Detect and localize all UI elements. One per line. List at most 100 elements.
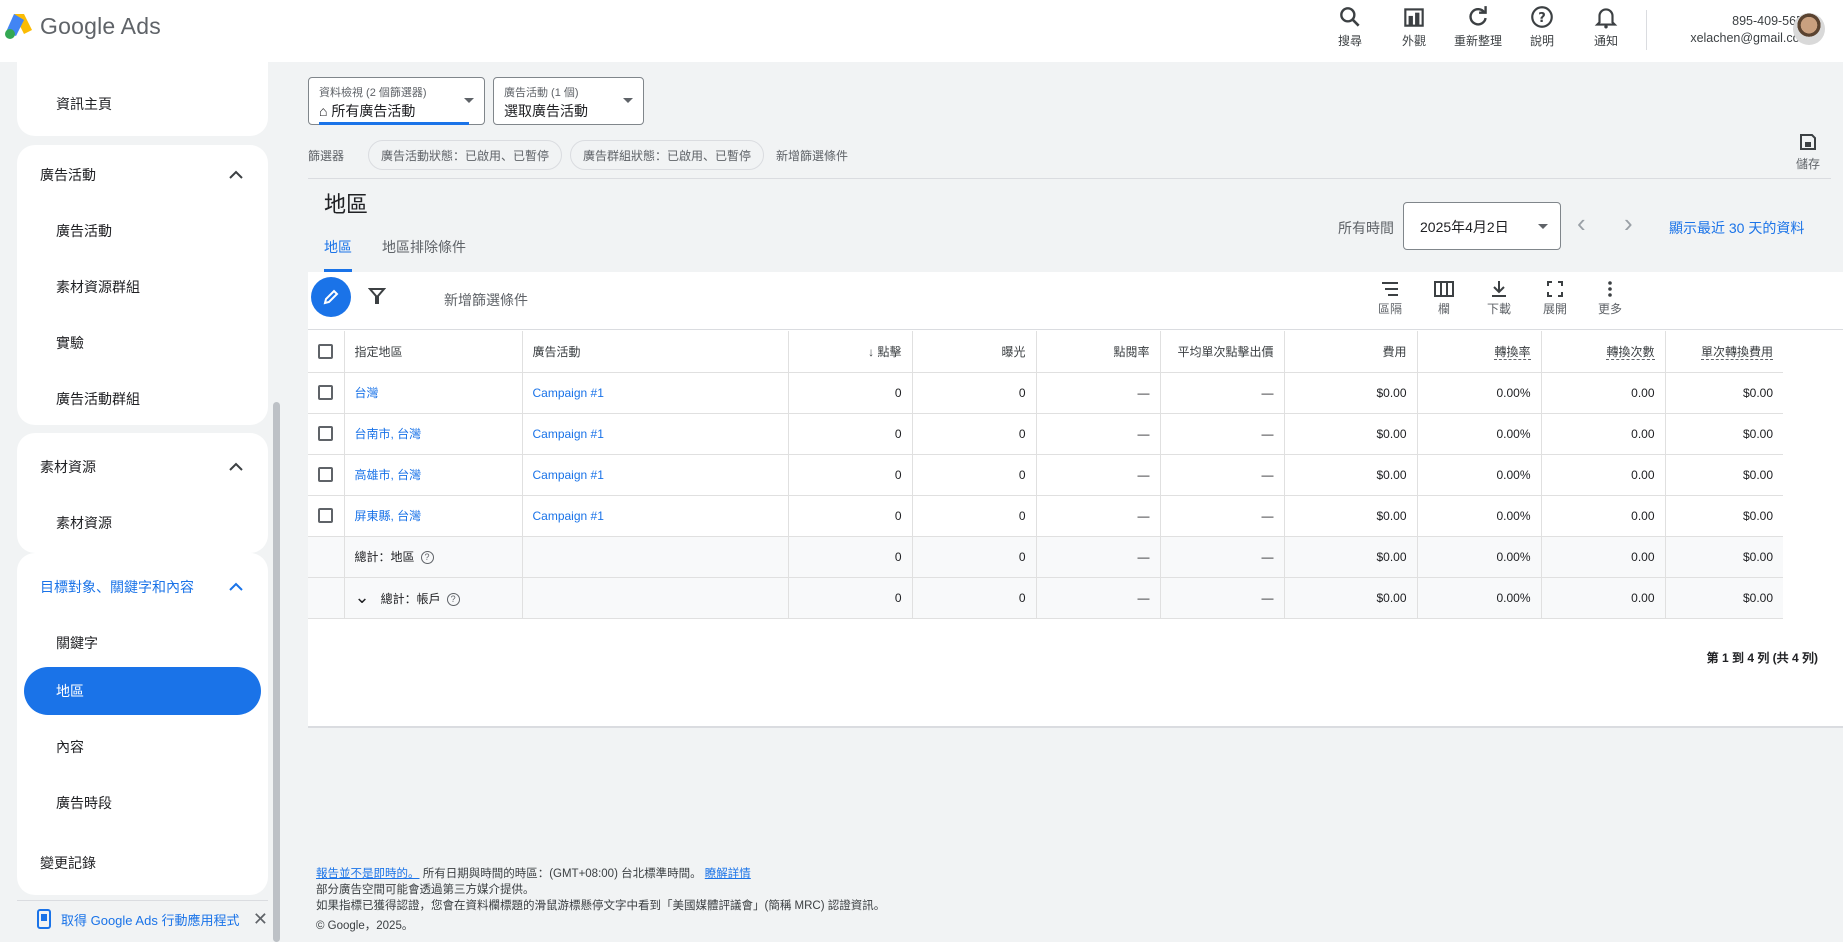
campaign-selector[interactable]: 廣告活動 (1 個) 選取廣告活動 [493, 77, 644, 125]
col-header-ctr[interactable]: 點閱率 [1036, 331, 1161, 373]
row-checkbox[interactable] [318, 508, 333, 524]
search-button[interactable]: 搜尋 [1318, 4, 1382, 49]
learn-more-link[interactable]: 瞭解詳情 [705, 868, 751, 880]
sidebar-item-keywords[interactable]: 關鍵字 [17, 619, 268, 667]
cell-cost-per-conv: $0.00 [1665, 454, 1783, 496]
select-all-checkbox[interactable] [318, 343, 334, 359]
view-selector-value: ⌂ 所有廣告活動 [319, 101, 474, 121]
chevron-right-icon[interactable]: › [1624, 208, 1633, 239]
filter-icon[interactable] [368, 287, 386, 305]
google-ads-logo[interactable]: Google Ads [4, 12, 161, 40]
sidebar-item-locations[interactable]: 地區 [24, 667, 261, 715]
sidebar-item-campaigns[interactable]: 廣告活動 [17, 207, 268, 255]
more-button[interactable]: 更多 [1582, 280, 1638, 317]
google-ads-logo-icon [5, 14, 32, 39]
locations-table: 指定地區 廣告活動 ↓ 點擊 曝光 點閱率 平均單次點擊出價 費用 轉換率 轉換… [308, 331, 1783, 619]
total-cell-cost: $0.00 [1284, 577, 1418, 619]
col-header-avg-cpc[interactable]: 平均單次點擊出價 [1160, 331, 1285, 373]
row-select-cell [308, 372, 345, 414]
sidebar-item-content[interactable]: 內容 [17, 723, 268, 771]
segment-label: 區隔 [1377, 302, 1402, 316]
campaign-link[interactable]: Campaign #1 [533, 427, 604, 441]
sidebar-item-assets[interactable]: 素材資源 [17, 499, 268, 547]
cell-conversions: 0.00 [1541, 495, 1666, 537]
col-header-cost-per-conv[interactable]: 單次轉換費用 [1665, 331, 1783, 373]
refresh-button[interactable]: 重新整理 [1446, 4, 1510, 49]
sidebar-item-overview[interactable]: 資訊主頁 [17, 80, 268, 128]
tab-locations[interactable]: 地區 [324, 237, 352, 272]
location-link[interactable]: 台灣 [355, 386, 379, 400]
sidebar-section-assets[interactable]: 素材資源 [17, 443, 268, 491]
sidebar-section-campaigns[interactable]: 廣告活動 [17, 151, 268, 199]
show-last-30-days-link[interactable]: 顯示最近 30 天的資料 [1669, 218, 1804, 238]
account-info[interactable]: 895-409-5652 xelachen@gmail.com [1650, 13, 1810, 47]
view-selector[interactable]: 資料檢視 (2 個篩選器) ⌂ 所有廣告活動 [308, 77, 485, 125]
bell-icon [1594, 8, 1618, 29]
columns-icon [1434, 281, 1454, 297]
main-content: 資料檢視 (2 個篩選器) ⌂ 所有廣告活動 廣告活動 (1 個) 選取廣告活動… [280, 62, 1843, 937]
chevron-left-icon[interactable]: ‹ [1577, 208, 1586, 239]
cell-cost: $0.00 [1284, 372, 1418, 414]
campaign-link[interactable]: Campaign #1 [533, 509, 604, 523]
help-icon[interactable]: ? [420, 551, 434, 565]
col-header-cost[interactable]: 費用 [1284, 331, 1418, 373]
col-header-conv-rate[interactable]: 轉換率 [1417, 331, 1542, 373]
search-icon [1340, 7, 1360, 27]
cell-clicks: 0 [788, 372, 913, 414]
expand-button[interactable]: 展開 [1527, 280, 1583, 317]
table-body: 台灣 Campaign #1 0 0— — $0.00 0.00% 0.00 $0.00 台南市,… [308, 372, 1783, 619]
location-link[interactable]: 台南市, 台灣 [355, 427, 422, 441]
report-not-realtime-link[interactable]: 報告並不是即時的。 [316, 868, 420, 880]
sidebar: 資訊主頁 廣告活動 廣告活動 素材資源群組 實驗 廣告活動群組 素材資源 素材資… [0, 62, 280, 942]
campaign-link[interactable]: Campaign #1 [533, 468, 604, 482]
cell-clicks: 0 [788, 495, 913, 537]
notifications-button[interactable]: 通知 [1574, 4, 1638, 49]
col-header-location[interactable]: 指定地區 [344, 331, 523, 373]
total-cell-campaign [522, 536, 789, 578]
col-header-conversions[interactable]: 轉換次數 [1541, 331, 1666, 373]
col-header-campaign[interactable]: 廣告活動 [522, 331, 789, 373]
segment-button[interactable]: 區隔 [1362, 280, 1418, 317]
cell-ctr: — [1036, 454, 1161, 496]
sidebar-item-experiments[interactable]: 實驗 [17, 319, 268, 367]
total-empty-cell [308, 577, 345, 619]
expand-label: 展開 [1542, 302, 1567, 316]
campaign-link[interactable]: Campaign #1 [533, 386, 604, 400]
sidebar-scrollbar[interactable] [273, 402, 280, 942]
app-promo-banner[interactable]: 取得 Google Ads 行動應用程式 ✕ [17, 900, 268, 937]
filter-chip-campaign-status[interactable]: 廣告活動狀態：已啟用、已暫停 [368, 140, 563, 170]
row-checkbox[interactable] [318, 467, 333, 483]
chevron-down-icon[interactable]: ⌄ [355, 587, 375, 607]
appearance-button[interactable]: 外觀 [1382, 4, 1446, 49]
sidebar-item-change-history[interactable]: 變更記錄 [40, 853, 96, 873]
add-filter-link[interactable]: 新增篩選條件 [776, 147, 848, 164]
col-header-clicks[interactable]: ↓ 點擊 [788, 331, 913, 373]
sidebar-item-campaign-groups[interactable]: 廣告活動群組 [17, 375, 268, 423]
row-checkbox[interactable] [318, 385, 333, 401]
row-checkbox[interactable] [318, 426, 333, 442]
help-button[interactable]: ? 說明 [1510, 4, 1574, 49]
sidebar-item-asset-groups[interactable]: 素材資源群組 [17, 263, 268, 311]
add-filter-button[interactable]: 新增篩選條件 [444, 290, 528, 310]
date-picker[interactable]: 2025年4月2日 [1403, 202, 1561, 250]
download-icon [1492, 281, 1506, 297]
tab-location-exclusions[interactable]: 地區排除條件 [382, 237, 466, 272]
account-phone: 895-409-5652 [1732, 14, 1810, 28]
close-icon[interactable]: ✕ [253, 909, 268, 930]
edit-fab-button[interactable] [311, 277, 351, 317]
columns-button[interactable]: 欄 [1416, 280, 1472, 317]
help-icon[interactable]: ? [446, 593, 460, 607]
save-button[interactable]: 儲存 [1783, 132, 1833, 172]
location-link[interactable]: 屏東縣, 台灣 [355, 509, 422, 523]
sidebar-section-audience[interactable]: 目標對象、關鍵字和內容 [17, 563, 268, 611]
col-header-impressions[interactable]: 曝光 [912, 331, 1037, 373]
avatar[interactable] [1793, 13, 1825, 45]
total-cell-conv-rate: 0.00% [1417, 536, 1542, 578]
help-icon: ? [1531, 6, 1553, 28]
download-button[interactable]: 下載 [1471, 280, 1527, 317]
filter-chip-adgroup-status[interactable]: 廣告群組狀態：已啟用、已暫停 [570, 140, 765, 170]
sidebar-item-ad-schedule[interactable]: 廣告時段 [17, 779, 268, 827]
total-label: 總計：地區 [354, 550, 415, 564]
appearance-label: 外觀 [1401, 34, 1426, 48]
location-link[interactable]: 高雄市, 台灣 [355, 468, 422, 482]
